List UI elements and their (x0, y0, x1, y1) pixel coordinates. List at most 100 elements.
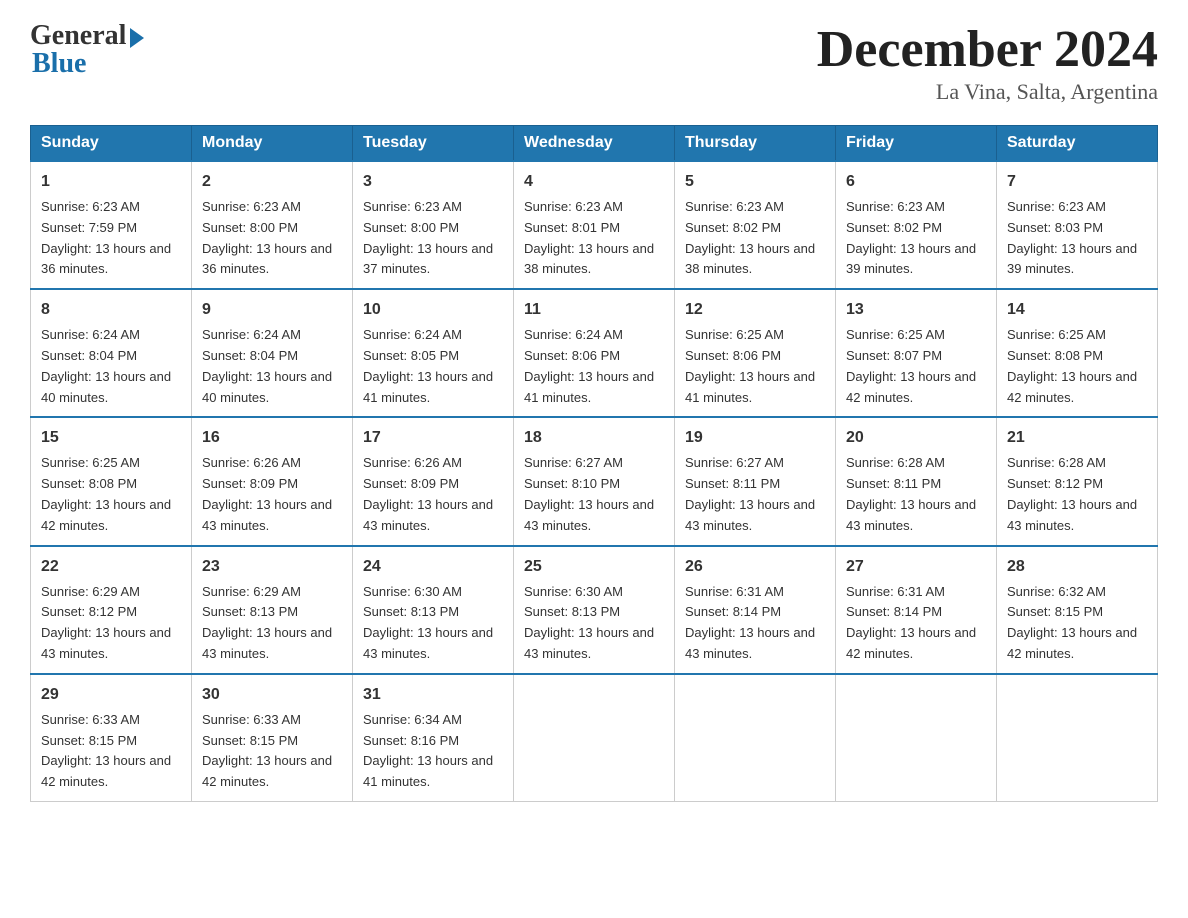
day-info: Sunrise: 6:33 AMSunset: 8:15 PMDaylight:… (41, 710, 181, 793)
day-info: Sunrise: 6:23 AMSunset: 7:59 PMDaylight:… (41, 197, 181, 280)
day-info: Sunrise: 6:23 AMSunset: 8:02 PMDaylight:… (685, 197, 825, 280)
calendar-cell: 20 Sunrise: 6:28 AMSunset: 8:11 PMDayligh… (836, 417, 997, 545)
day-info: Sunrise: 6:30 AMSunset: 8:13 PMDaylight:… (363, 582, 503, 665)
calendar-cell: 19 Sunrise: 6:27 AMSunset: 8:11 PMDayligh… (675, 417, 836, 545)
day-info: Sunrise: 6:31 AMSunset: 8:14 PMDaylight:… (846, 582, 986, 665)
day-of-week-header: Monday (192, 126, 353, 162)
calendar-cell: 21Sunrise: 6:28 AMSunset: 8:12 PMDayligh… (997, 417, 1158, 545)
day-info: Sunrise: 6:29 AMSunset: 8:12 PMDaylight:… (41, 582, 181, 665)
calendar-week-row: 22 Sunrise: 6:29 AMSunset: 8:12 PMDayligh… (31, 546, 1158, 674)
day-number: 24 (363, 555, 503, 579)
day-info: Sunrise: 6:23 AMSunset: 8:00 PMDaylight:… (363, 197, 503, 280)
day-info: Sunrise: 6:24 AMSunset: 8:05 PMDaylight:… (363, 325, 503, 408)
day-of-week-header: Friday (836, 126, 997, 162)
calendar-cell: 7 Sunrise: 6:23 AMSunset: 8:03 PMDaylight… (997, 161, 1158, 289)
day-number: 18 (524, 426, 664, 450)
calendar-cell: 13 Sunrise: 6:25 AMSunset: 8:07 PMDayligh… (836, 289, 997, 417)
calendar-cell: 29 Sunrise: 6:33 AMSunset: 8:15 PMDayligh… (31, 674, 192, 802)
calendar-cell: 25 Sunrise: 6:30 AMSunset: 8:13 PMDayligh… (514, 546, 675, 674)
page-header: General Blue December 2024 La Vina, Salt… (30, 20, 1158, 105)
calendar-cell: 28Sunrise: 6:32 AMSunset: 8:15 PMDayligh… (997, 546, 1158, 674)
month-title: December 2024 (817, 20, 1158, 79)
calendar-cell (675, 674, 836, 802)
day-info: Sunrise: 6:27 AMSunset: 8:11 PMDaylight:… (685, 453, 825, 536)
calendar-cell: 10 Sunrise: 6:24 AMSunset: 8:05 PMDayligh… (353, 289, 514, 417)
calendar-cell: 15Sunrise: 6:25 AMSunset: 8:08 PMDayligh… (31, 417, 192, 545)
day-number: 23 (202, 555, 342, 579)
title-section: December 2024 La Vina, Salta, Argentina (817, 20, 1158, 105)
day-number: 8 (41, 298, 181, 322)
calendar-cell (836, 674, 997, 802)
calendar-cell: 14 Sunrise: 6:25 AMSunset: 8:08 PMDayligh… (997, 289, 1158, 417)
day-info: Sunrise: 6:25 AMSunset: 8:08 PMDaylight:… (41, 453, 181, 536)
day-number: 12 (685, 298, 825, 322)
calendar-cell: 23 Sunrise: 6:29 AMSunset: 8:13 PMDayligh… (192, 546, 353, 674)
day-number: 27 (846, 555, 986, 579)
day-number: 14 (1007, 298, 1147, 322)
calendar-week-row: 29 Sunrise: 6:33 AMSunset: 8:15 PMDayligh… (31, 674, 1158, 802)
calendar-cell: 11 Sunrise: 6:24 AMSunset: 8:06 PMDayligh… (514, 289, 675, 417)
calendar-cell: 5 Sunrise: 6:23 AMSunset: 8:02 PMDaylight… (675, 161, 836, 289)
day-number: 5 (685, 170, 825, 194)
day-number: 17 (363, 426, 503, 450)
day-number: 20 (846, 426, 986, 450)
day-info: Sunrise: 6:33 AMSunset: 8:15 PMDaylight:… (202, 710, 342, 793)
day-of-week-header: Tuesday (353, 126, 514, 162)
day-number: 6 (846, 170, 986, 194)
day-info: Sunrise: 6:28 AMSunset: 8:11 PMDaylight:… (846, 453, 986, 536)
day-number: 19 (685, 426, 825, 450)
calendar-cell: 26 Sunrise: 6:31 AMSunset: 8:14 PMDayligh… (675, 546, 836, 674)
day-number: 29 (41, 683, 181, 707)
day-info: Sunrise: 6:23 AMSunset: 8:00 PMDaylight:… (202, 197, 342, 280)
calendar-header-row: SundayMondayTuesdayWednesdayThursdayFrid… (31, 126, 1158, 162)
day-info: Sunrise: 6:30 AMSunset: 8:13 PMDaylight:… (524, 582, 664, 665)
day-number: 4 (524, 170, 664, 194)
day-number: 31 (363, 683, 503, 707)
day-number: 13 (846, 298, 986, 322)
day-number: 7 (1007, 170, 1147, 194)
calendar-cell: 18 Sunrise: 6:27 AMSunset: 8:10 PMDayligh… (514, 417, 675, 545)
day-info: Sunrise: 6:24 AMSunset: 8:04 PMDaylight:… (202, 325, 342, 408)
day-info: Sunrise: 6:27 AMSunset: 8:10 PMDaylight:… (524, 453, 664, 536)
calendar-cell: 30 Sunrise: 6:33 AMSunset: 8:15 PMDayligh… (192, 674, 353, 802)
day-info: Sunrise: 6:29 AMSunset: 8:13 PMDaylight:… (202, 582, 342, 665)
logo-blue-text: Blue (30, 48, 86, 80)
day-number: 25 (524, 555, 664, 579)
calendar-cell: 9 Sunrise: 6:24 AMSunset: 8:04 PMDaylight… (192, 289, 353, 417)
day-number: 1 (41, 170, 181, 194)
day-info: Sunrise: 6:25 AMSunset: 8:07 PMDaylight:… (846, 325, 986, 408)
day-number: 22 (41, 555, 181, 579)
day-info: Sunrise: 6:24 AMSunset: 8:04 PMDaylight:… (41, 325, 181, 408)
day-info: Sunrise: 6:23 AMSunset: 8:02 PMDaylight:… (846, 197, 986, 280)
day-number: 30 (202, 683, 342, 707)
calendar-cell: 22 Sunrise: 6:29 AMSunset: 8:12 PMDayligh… (31, 546, 192, 674)
calendar-week-row: 1 Sunrise: 6:23 AMSunset: 7:59 PMDaylight… (31, 161, 1158, 289)
day-number: 9 (202, 298, 342, 322)
calendar-cell: 6 Sunrise: 6:23 AMSunset: 8:02 PMDaylight… (836, 161, 997, 289)
day-info: Sunrise: 6:24 AMSunset: 8:06 PMDaylight:… (524, 325, 664, 408)
day-number: 26 (685, 555, 825, 579)
day-number: 2 (202, 170, 342, 194)
calendar-cell: 3 Sunrise: 6:23 AMSunset: 8:00 PMDaylight… (353, 161, 514, 289)
calendar-cell (514, 674, 675, 802)
day-info: Sunrise: 6:34 AMSunset: 8:16 PMDaylight:… (363, 710, 503, 793)
day-info: Sunrise: 6:28 AMSunset: 8:12 PMDaylight:… (1007, 453, 1147, 536)
location-subtitle: La Vina, Salta, Argentina (817, 79, 1158, 105)
day-number: 3 (363, 170, 503, 194)
day-number: 16 (202, 426, 342, 450)
day-number: 11 (524, 298, 664, 322)
day-info: Sunrise: 6:31 AMSunset: 8:14 PMDaylight:… (685, 582, 825, 665)
calendar-cell: 1 Sunrise: 6:23 AMSunset: 7:59 PMDaylight… (31, 161, 192, 289)
calendar-cell: 24 Sunrise: 6:30 AMSunset: 8:13 PMDayligh… (353, 546, 514, 674)
calendar-cell: 16Sunrise: 6:26 AMSunset: 8:09 PMDayligh… (192, 417, 353, 545)
calendar-cell: 27 Sunrise: 6:31 AMSunset: 8:14 PMDayligh… (836, 546, 997, 674)
day-number: 10 (363, 298, 503, 322)
calendar-cell: 12Sunrise: 6:25 AMSunset: 8:06 PMDayligh… (675, 289, 836, 417)
logo: General Blue (30, 20, 144, 80)
logo-arrow-icon (130, 28, 144, 48)
calendar-table: SundayMondayTuesdayWednesdayThursdayFrid… (30, 125, 1158, 802)
calendar-week-row: 8 Sunrise: 6:24 AMSunset: 8:04 PMDaylight… (31, 289, 1158, 417)
day-info: Sunrise: 6:23 AMSunset: 8:03 PMDaylight:… (1007, 197, 1147, 280)
calendar-cell: 17Sunrise: 6:26 AMSunset: 8:09 PMDayligh… (353, 417, 514, 545)
day-info: Sunrise: 6:25 AMSunset: 8:08 PMDaylight:… (1007, 325, 1147, 408)
